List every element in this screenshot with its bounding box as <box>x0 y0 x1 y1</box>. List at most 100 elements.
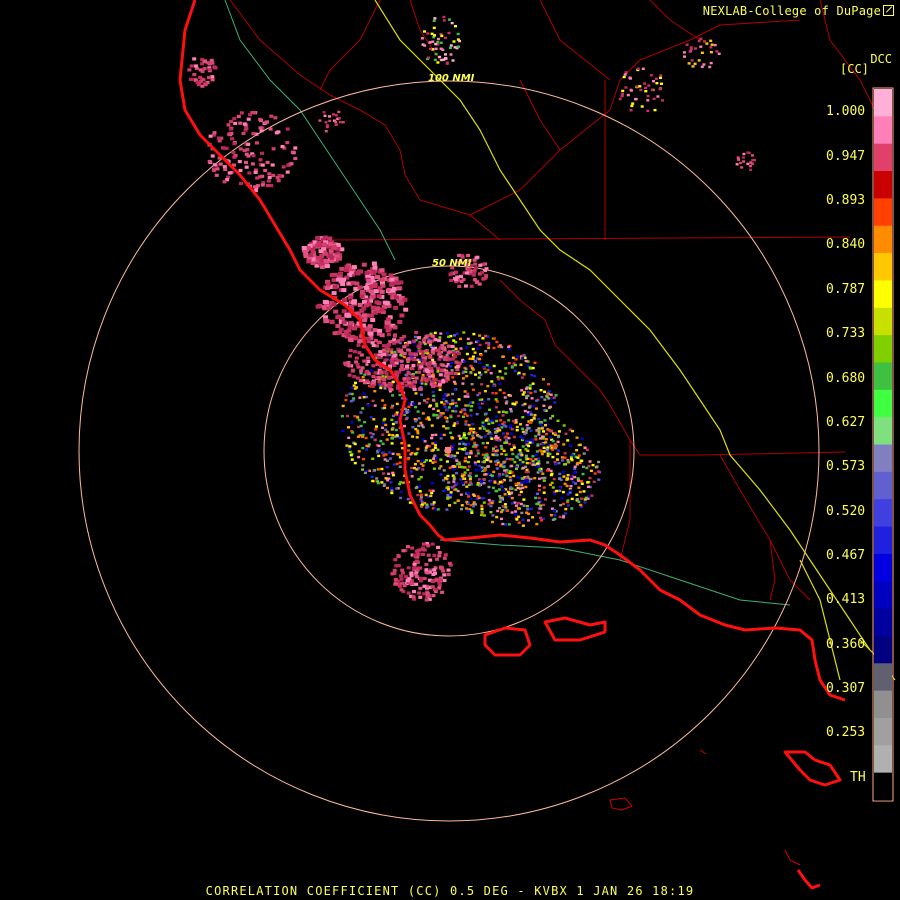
radar-site-marker <box>445 447 451 453</box>
radar-return-pixel <box>412 402 416 405</box>
radar-return-pixel <box>577 500 581 503</box>
radar-return-pixel <box>418 576 423 581</box>
radar-return-pixel <box>344 329 350 334</box>
radar-return-pixel <box>321 242 327 247</box>
radar-return-pixel <box>265 184 270 188</box>
radar-return-pixel <box>576 462 580 465</box>
radar-return-pixel <box>449 493 453 497</box>
radar-return-pixel <box>529 477 533 481</box>
scale-swatch <box>874 635 892 664</box>
radar-return-pixel <box>586 481 590 484</box>
radar-return-pixel <box>377 380 382 384</box>
radar-return-pixel <box>481 276 486 281</box>
radar-return-pixel <box>526 394 530 397</box>
radar-return-pixel <box>469 364 473 368</box>
radar-return-pixel <box>410 367 415 371</box>
radar-return-pixel <box>372 469 376 473</box>
radar-return-pixel <box>540 395 544 399</box>
radar-return-pixel <box>254 141 259 145</box>
radar-return-pixel <box>442 573 447 577</box>
radar-return-pixel <box>416 448 420 451</box>
radar-return-pixel <box>394 564 399 568</box>
radar-return-pixel <box>487 398 491 401</box>
radar-return-pixel <box>388 457 392 460</box>
radar-return-pixel <box>466 253 470 258</box>
radar-return-pixel <box>462 477 466 480</box>
radar-return-pixel <box>530 397 534 400</box>
radar-return-pixel <box>522 504 526 507</box>
radar-return-pixel <box>382 378 387 382</box>
radar-return-pixel <box>494 453 498 456</box>
radar-return-pixel <box>542 404 546 407</box>
radar-return-pixel <box>444 453 448 456</box>
radar-return-pixel <box>400 568 405 572</box>
radar-return-pixel <box>420 382 424 385</box>
radar-return-pixel <box>457 447 461 450</box>
radar-return-pixel <box>562 470 565 474</box>
radar-return-pixel <box>537 496 541 500</box>
radar-return-pixel <box>333 309 339 314</box>
radar-return-pixel <box>458 437 462 440</box>
radar-return-pixel <box>443 553 448 557</box>
radar-return-pixel <box>444 53 447 56</box>
radar-return-pixel <box>447 18 451 21</box>
radar-return-pixel <box>212 131 217 135</box>
radar-return-pixel <box>224 146 229 150</box>
radar-return-pixel <box>411 435 415 438</box>
radar-return-pixel <box>500 376 504 379</box>
radar-return-pixel <box>742 152 746 156</box>
radar-return-pixel <box>700 65 704 68</box>
radar-return-pixel <box>265 160 270 164</box>
radar-return-pixel <box>390 489 394 492</box>
radar-return-pixel <box>218 162 223 166</box>
radar-return-pixel <box>528 441 532 444</box>
radar-return-pixel <box>484 350 488 353</box>
radar-return-pixel <box>422 584 427 588</box>
radar-return-pixel <box>557 430 561 433</box>
radar-return-pixel <box>206 76 211 80</box>
radar-return-pixel <box>453 456 457 460</box>
radar-return-pixel <box>437 467 441 470</box>
radar-return-pixel <box>438 336 442 339</box>
radar-return-pixel <box>280 145 285 149</box>
radar-return-pixel <box>416 459 420 463</box>
radar-return-pixel <box>541 472 545 475</box>
radar-return-pixel <box>569 485 573 488</box>
radar-return-pixel <box>480 271 485 275</box>
product-code: DCC <box>870 52 892 66</box>
radar-return-pixel <box>398 393 402 397</box>
radar-return-pixel <box>387 433 391 436</box>
radar-return-pixel <box>383 370 388 374</box>
radar-return-pixel <box>431 433 434 437</box>
radar-return-pixel <box>487 422 491 425</box>
radar-return-pixel <box>437 357 442 361</box>
radar-return-pixel <box>188 77 193 81</box>
radar-return-pixel <box>501 355 505 358</box>
radar-return-pixel <box>406 591 411 595</box>
radar-return-pixel <box>545 395 549 398</box>
radar-return-pixel <box>495 490 499 493</box>
radar-return-pixel <box>575 449 579 452</box>
radar-return-pixel <box>509 410 513 413</box>
radar-return-pixel <box>510 502 514 505</box>
radar-return-pixel <box>461 382 465 385</box>
radar-return-pixel <box>412 384 416 388</box>
radar-return-pixel <box>370 305 376 310</box>
radar-return-pixel <box>424 349 429 353</box>
radar-return-pixel <box>346 333 352 338</box>
radar-return-pixel <box>452 476 456 479</box>
radar-return-pixel <box>417 591 421 595</box>
radar-return-pixel <box>211 168 216 173</box>
radar-return-pixel <box>332 272 338 277</box>
radar-return-pixel <box>476 347 480 350</box>
radar-return-pixel <box>424 568 429 572</box>
radar-return-pixel <box>351 399 355 402</box>
radar-return-pixel <box>453 46 457 49</box>
radar-return-pixel <box>456 463 460 466</box>
radar-return-pixel <box>578 443 582 446</box>
radar-return-pixel <box>453 454 457 458</box>
radar-return-pixel <box>376 355 381 359</box>
radar-return-pixel <box>509 486 513 489</box>
radar-return-pixel <box>381 344 386 348</box>
radar-return-pixel <box>416 548 421 552</box>
